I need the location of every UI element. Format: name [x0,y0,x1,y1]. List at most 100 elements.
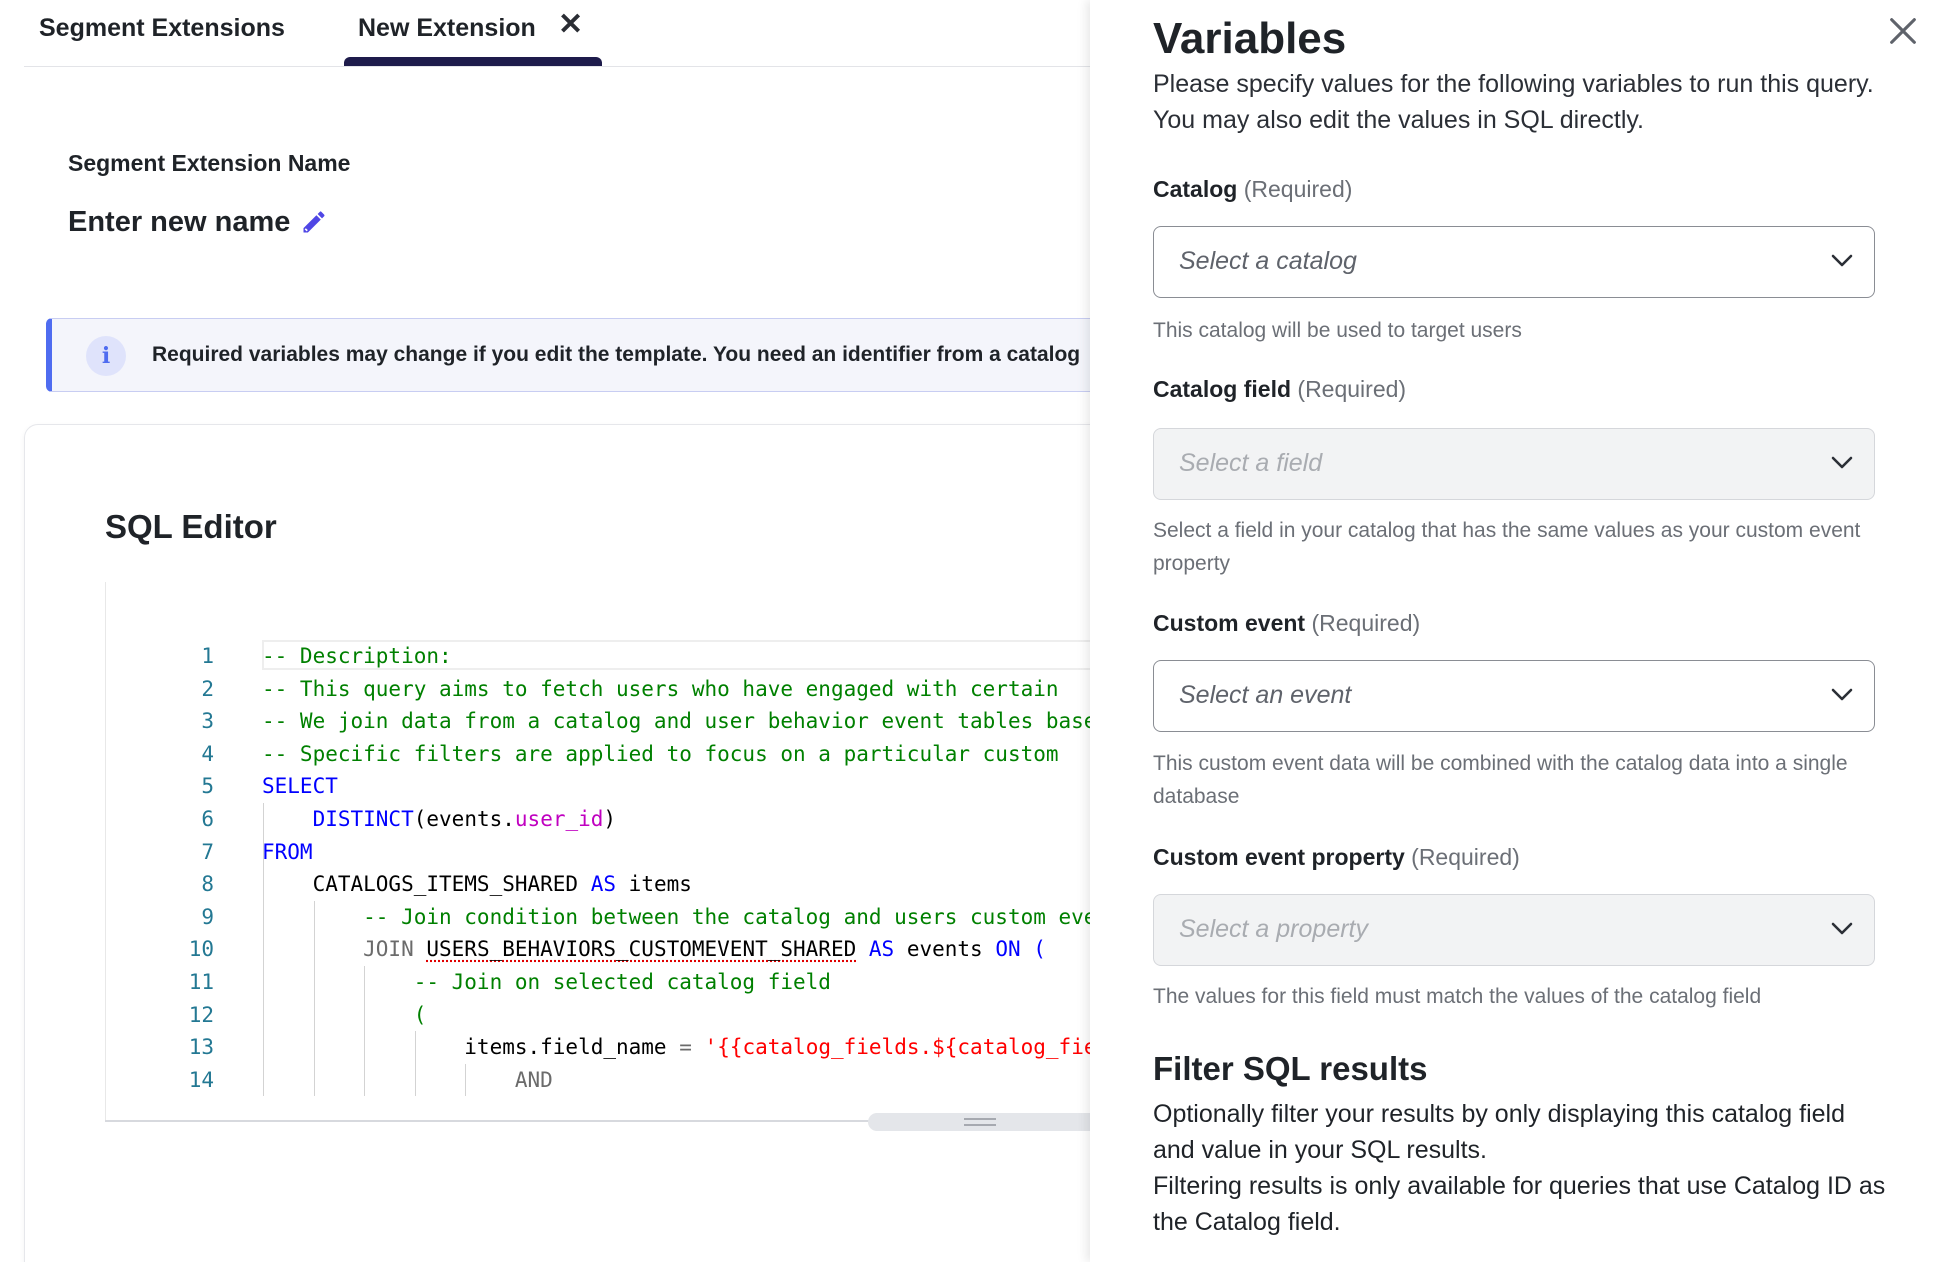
line-number: 14 [188,1067,214,1092]
code-token: ( [1020,937,1046,962]
sql-code-editor[interactable]: 1 -- Description: 2 -- This query aims to f… [105,582,1090,1122]
code-token: items.field_name [262,1035,680,1060]
variables-drawer: Variables Please specify values for the … [1090,0,1938,1262]
line-number: 6 [201,807,214,831]
code-token: AS [868,937,895,962]
close-tab-icon[interactable]: ✕ [558,10,583,40]
resize-handle-icon[interactable] [964,1118,996,1126]
filter-sql-results-title: Filter SQL results [1153,1050,1428,1087]
code-token: SELECT [262,774,338,799]
code-token: -- This query aims to fetch users who ha… [262,676,1059,701]
code-text: -- Join on selected catalog field [262,966,831,998]
catalog-field-select[interactable]: Select a field [1153,428,1875,500]
code-line[interactable]: 11 -- Join on selected catalog field [106,966,1090,998]
code-line[interactable]: 6 DISTINCT(events.user_id) [106,803,1090,835]
required-marker: (Required) [1411,844,1520,870]
custom-event-label: Custom event (Required) [1153,610,1420,637]
code-token: CATALOGS_ITEMS_SHARED [262,872,591,897]
code-text: ( [262,999,427,1031]
code-token: events [894,937,996,962]
code-token: ( [262,1002,427,1027]
required-marker: (Required) [1243,176,1353,202]
extension-name-value[interactable]: Enter new name [68,206,290,239]
code-line[interactable]: 12 ( [106,999,1090,1031]
custom-event-property-help: The values for this field must match the… [1153,985,1762,1008]
line-number: 7 [201,839,214,864]
code-text: -- We join data from a catalog and user … [262,705,1090,737]
tab-bar: Segment Extensions New Extension ✕ [24,0,1090,67]
pencil-icon[interactable] [300,208,328,236]
code-token: AS [590,872,617,897]
code-token: AND [262,1067,553,1092]
code-line[interactable]: 8 CATALOGS_ITEMS_SHARED AS items [106,868,1090,900]
line-number: 2 [201,676,214,701]
line-number: 3 [201,709,214,734]
code-line[interactable]: 1 -- Description: [106,640,1090,672]
drawer-description: Please specify values for the following … [1153,70,1874,134]
code-text: -- Join condition between the catalog an… [262,901,1090,933]
code-token: -- Join on selected catalog field [262,970,831,994]
filter-sql-results-description: Optionally filter your results by only d… [1153,1096,1893,1240]
extension-editor-pane: Segment Extensions New Extension ✕ Segme… [0,0,1090,1262]
code-token: items [616,872,692,897]
catalog-label-text: Catalog [1153,176,1238,202]
catalog-select-placeholder: Select a catalog [1179,247,1357,275]
catalog-select[interactable]: Select a catalog [1153,226,1875,298]
custom-event-select-placeholder: Select an event [1179,681,1352,709]
code-line[interactable]: 2 -- This query aims to fetch users who h… [106,673,1090,705]
line-number: 8 [201,872,214,897]
code-text: DISTINCT(events.user_id) [262,803,617,835]
code-line[interactable]: 14 AND [106,1064,1090,1096]
code-token: -- Description: [262,644,452,668]
line-number: 11 [188,970,214,994]
code-token: ) [603,807,617,831]
filter-description-line-1: Optionally filter your results by only d… [1153,1100,1846,1164]
code-line[interactable]: 7 FROM [106,836,1090,868]
custom-event-property-select[interactable]: Select a property [1153,894,1875,966]
catalog-field-select-placeholder: Select a field [1179,449,1323,477]
tab-segment-extensions[interactable]: Segment Extensions [39,14,285,43]
code-token: = [679,1035,692,1060]
code-text: AND [262,1064,553,1096]
code-token: DISTINCT [312,807,414,831]
code-text: SELECT [262,770,338,802]
line-number: 4 [201,741,214,766]
code-line[interactable]: 10 JOIN USERS_BEHAVIORS_CUSTOMEVENT_SHAR… [106,933,1090,965]
code-text: JOIN USERS_BEHAVIORS_CUSTOMEVENT_SHARED … [262,933,1046,965]
code-token: FROM [262,839,313,864]
line-number: 13 [188,1035,214,1060]
custom-event-label-text: Custom event [1153,610,1306,636]
code-line[interactable]: 4 -- Specific filters are applied to focu… [106,738,1090,770]
line-number: 12 [188,1002,214,1027]
info-banner: i Required variables may change if you e… [46,318,1090,392]
code-line[interactable]: 3 -- We join data from a catalog and user… [106,705,1090,737]
chevron-down-icon [1831,688,1853,701]
active-tab-indicator [344,57,602,66]
code-text: -- Description: [262,640,452,672]
code-text: CATALOGS_ITEMS_SHARED AS items [262,868,692,900]
chevron-down-icon [1831,254,1853,267]
tab-new-extension[interactable]: New Extension [358,14,536,43]
code-token: . [502,807,515,831]
code-line[interactable]: 13 items.field_name = '{{catalog_fields.… [106,1031,1090,1063]
code-token: '{{catalog_fields.${catalog_field}}}' [704,1035,1090,1060]
custom-event-select[interactable]: Select an event [1153,660,1875,732]
code-token: JOIN [262,937,427,962]
code-token: -- Specific filters are applied to focus… [262,741,1059,766]
custom-event-property-label-text: Custom event property [1153,844,1405,870]
close-icon[interactable] [1886,14,1920,48]
required-marker: (Required) [1297,376,1407,402]
code-line[interactable]: 5 SELECT [106,770,1090,802]
code-text: -- This query aims to fetch users who ha… [262,673,1059,705]
code-token: ON [995,937,1021,962]
catalog-label: Catalog (Required) [1153,176,1352,203]
info-banner-text: Required variables may change if you edi… [152,343,1081,366]
line-number: 10 [188,937,214,962]
code-token: USERS_BEHAVIORS_CUSTOMEVENT_SHARED [426,937,857,962]
filter-description-line-2: Filtering results is only available for … [1153,1172,1886,1236]
code-line[interactable]: 9 -- Join condition between the catalog … [106,901,1090,933]
code-token: events [426,807,503,831]
